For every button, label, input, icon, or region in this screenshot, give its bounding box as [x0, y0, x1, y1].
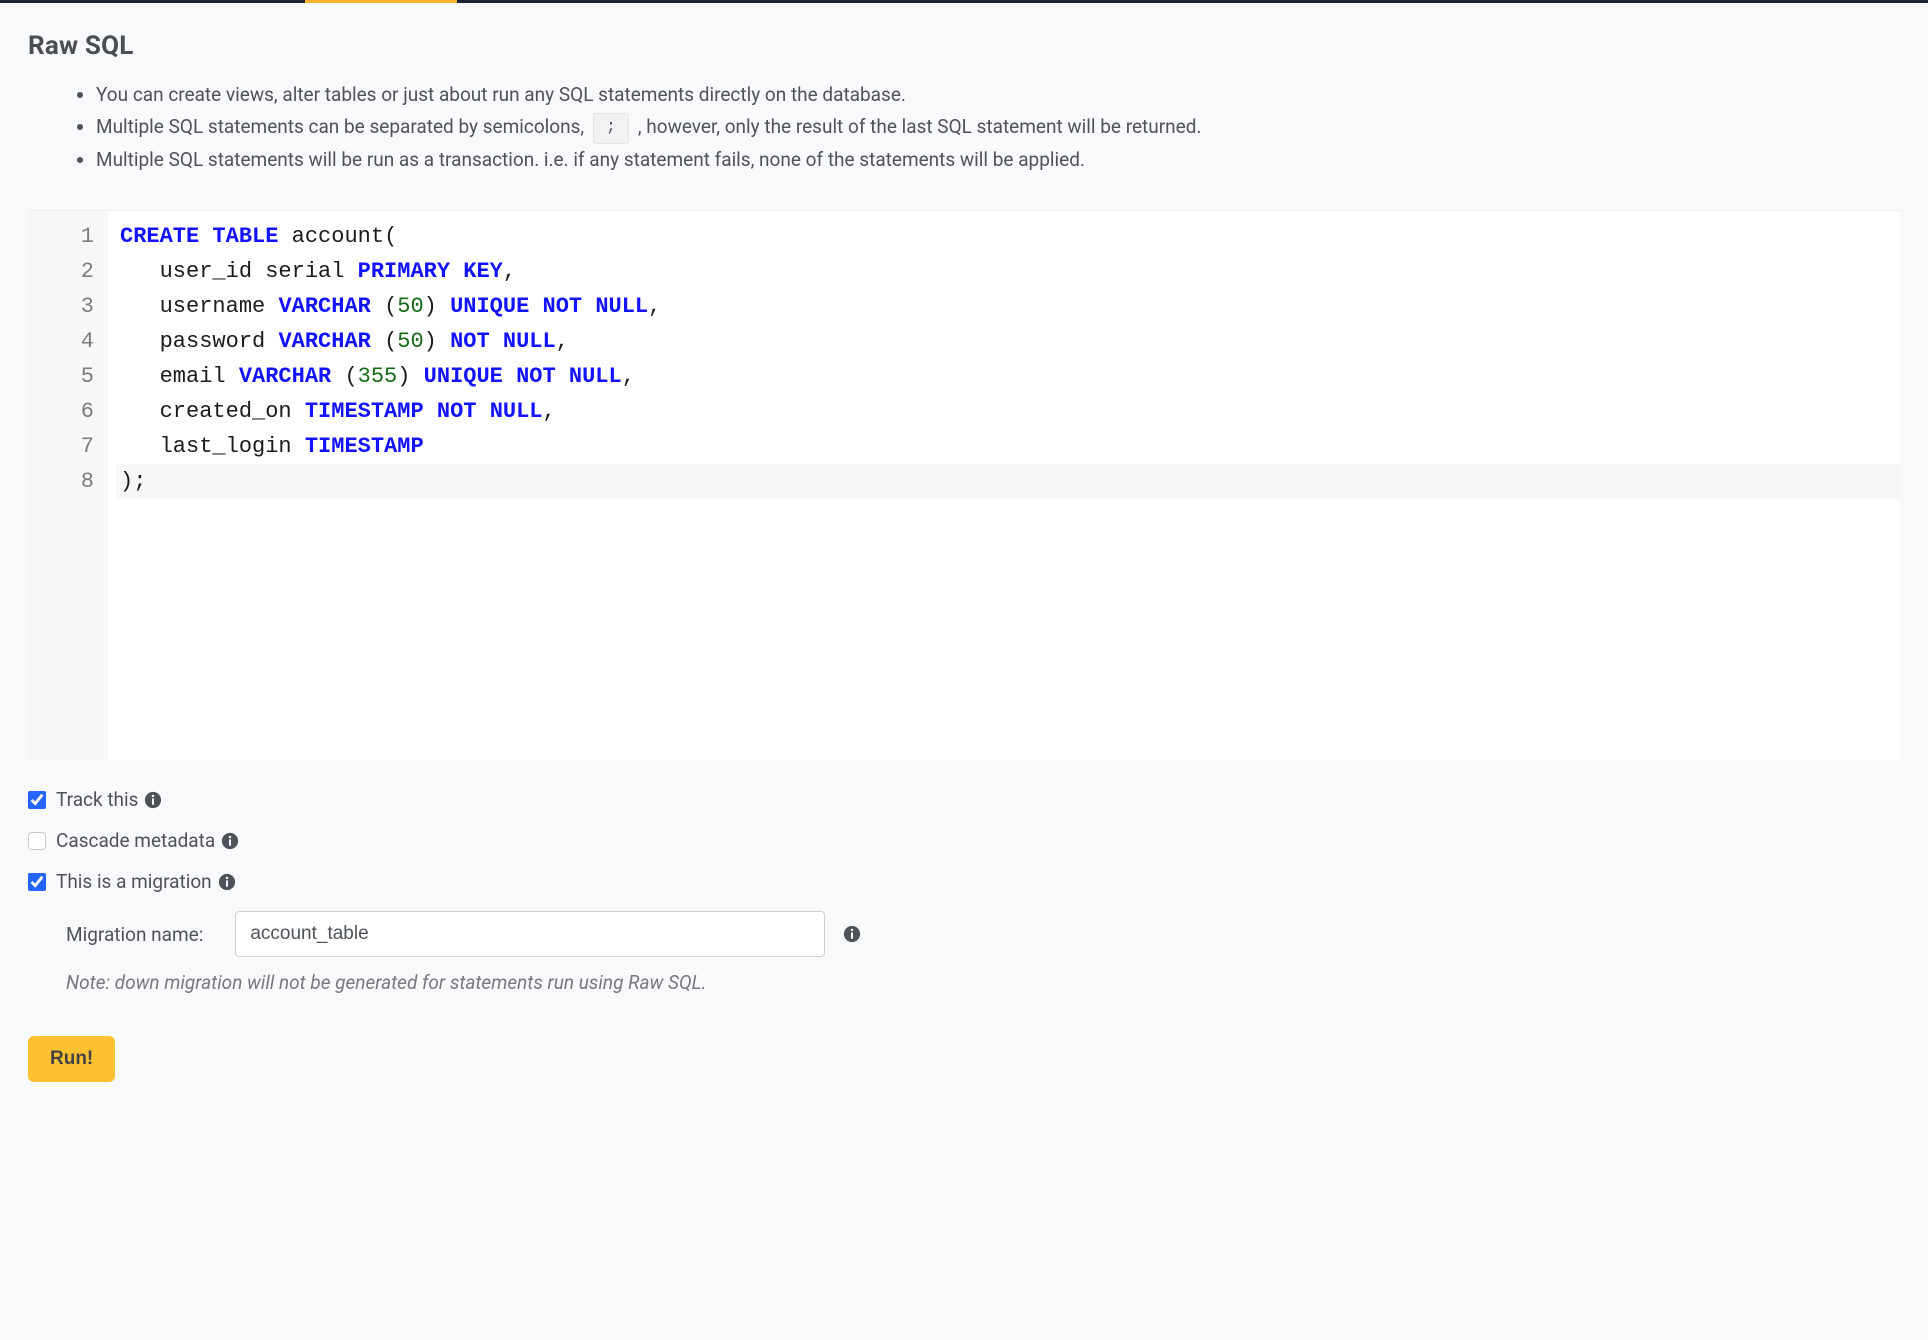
migration-name-label: Migration name: — [66, 923, 203, 946]
gutter-line-number: 5 — [28, 359, 94, 394]
migration-name-row: Migration name: — [66, 911, 1900, 957]
gutter-line-number: 1 — [28, 219, 94, 254]
track-this-row: Track this — [28, 788, 1900, 811]
run-button[interactable]: Run! — [28, 1036, 115, 1082]
info-icon[interactable] — [144, 791, 162, 809]
info-item: Multiple SQL statements can be separated… — [96, 111, 1526, 143]
code-line[interactable]: last_login TIMESTAMP — [116, 429, 1900, 464]
info-item: Multiple SQL statements will be run as a… — [96, 144, 1526, 176]
track-this-label: Track this — [56, 788, 138, 811]
code-line[interactable]: CREATE TABLE account( — [116, 219, 1900, 254]
info-text: Multiple SQL statements will be run as a… — [96, 148, 1085, 171]
code-line[interactable]: created_on TIMESTAMP NOT NULL, — [116, 394, 1900, 429]
cascade-metadata-label: Cascade metadata — [56, 829, 215, 852]
migration-name-input[interactable] — [235, 911, 825, 957]
code-line[interactable]: ); — [116, 464, 1900, 499]
migration-note: Note: down migration will not be generat… — [66, 971, 1900, 994]
editor-gutter: 12345678 — [28, 211, 108, 760]
cascade-metadata-row: Cascade metadata — [28, 829, 1900, 852]
info-text: Multiple SQL statements can be separated… — [96, 115, 589, 138]
active-tab-highlight — [305, 0, 457, 3]
gutter-line-number: 7 — [28, 429, 94, 464]
gutter-line-number: 6 — [28, 394, 94, 429]
info-icon[interactable] — [218, 873, 236, 891]
page-title: Raw SQL — [28, 31, 1900, 61]
is-migration-row: This is a migration — [28, 870, 1900, 893]
gutter-line-number: 8 — [28, 464, 94, 499]
code-line[interactable]: username VARCHAR (50) UNIQUE NOT NULL, — [116, 289, 1900, 324]
info-text: , however, only the result of the last S… — [638, 115, 1202, 138]
info-icon[interactable] — [843, 925, 861, 943]
code-line[interactable]: user_id serial PRIMARY KEY, — [116, 254, 1900, 289]
info-text: You can create views, alter tables or ju… — [96, 83, 906, 106]
editor-code[interactable]: CREATE TABLE account( user_id serial PRI… — [108, 211, 1900, 760]
is-migration-checkbox[interactable] — [28, 873, 46, 891]
info-icon[interactable] — [221, 832, 239, 850]
gutter-line-number: 2 — [28, 254, 94, 289]
info-item: You can create views, alter tables or ju… — [96, 79, 1526, 111]
gutter-line-number: 4 — [28, 324, 94, 359]
inline-code-semicolon: ; — [593, 113, 629, 144]
top-border — [0, 0, 1928, 3]
main-panel: Raw SQL You can create views, alter tabl… — [0, 3, 1928, 1082]
is-migration-label: This is a migration — [56, 870, 212, 893]
gutter-line-number: 3 — [28, 289, 94, 324]
info-list: You can create views, alter tables or ju… — [28, 79, 1900, 176]
code-line[interactable]: email VARCHAR (355) UNIQUE NOT NULL, — [116, 359, 1900, 394]
sql-editor[interactable]: 12345678 CREATE TABLE account( user_id s… — [28, 210, 1900, 760]
cascade-metadata-checkbox[interactable] — [28, 832, 46, 850]
track-this-checkbox[interactable] — [28, 791, 46, 809]
options-area: Track this Cascade metadata This is a mi… — [28, 760, 1900, 1082]
code-line[interactable]: password VARCHAR (50) NOT NULL, — [116, 324, 1900, 359]
